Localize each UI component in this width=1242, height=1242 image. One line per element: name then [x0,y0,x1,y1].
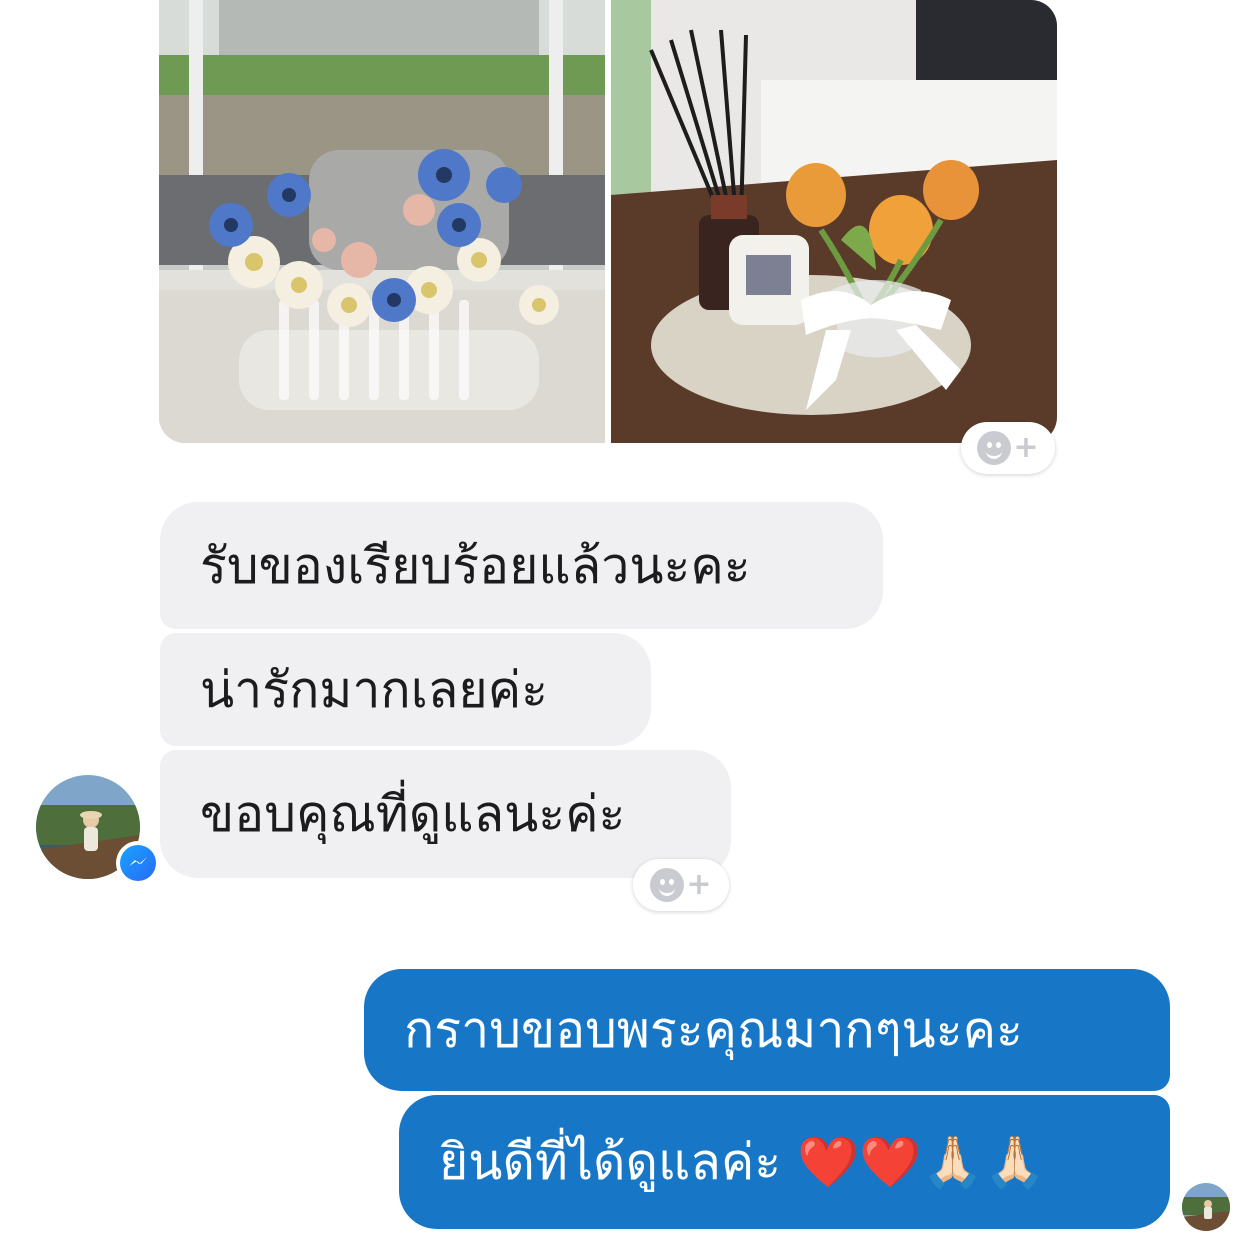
plus-icon: + [686,867,712,902]
message-text: น่ารักมากเลยค่ะ [200,660,549,719]
outgoing-message[interactable]: กราบขอบพระคุณมากๆนะคะ [364,969,1170,1091]
tulip-diffuser-image [611,0,1057,443]
incoming-message[interactable]: น่ารักมากเลยค่ะ [160,633,651,746]
message-text: ยินดีที่ได้ดูแลค่ะ ❤️❤️🙏🏻🙏🏻 [439,1133,1047,1191]
add-reaction-icon [650,868,685,902]
outgoing-message[interactable]: ยินดีที่ได้ดูแลค่ะ ❤️❤️🙏🏻🙏🏻 [399,1095,1170,1229]
message-text: กราบขอบพระคุณมากๆนะคะ [404,1001,1023,1059]
messenger-badge [116,841,160,885]
incoming-message[interactable]: รับของเรียบร้อยแล้วนะคะ [160,502,883,629]
add-reaction-button[interactable]: + [633,859,729,911]
plus-icon: + [1013,430,1039,465]
flower-vase-image [159,0,605,443]
read-receipt-avatar [1182,1183,1230,1231]
incoming-message[interactable]: ขอบคุณที่ดูแลนะค่ะ [160,750,731,878]
avatar-image [1182,1183,1230,1231]
add-reaction-button[interactable]: + [961,422,1055,474]
message-text: รับของเรียบร้อยแล้วนะคะ [200,536,751,595]
add-reaction-icon [977,431,1012,465]
message-text: ขอบคุณที่ดูแลนะค่ะ [200,785,626,843]
flower-vase-photo[interactable] [159,0,605,443]
tulip-diffuser-photo[interactable] [611,0,1057,443]
messenger-icon [120,845,156,881]
